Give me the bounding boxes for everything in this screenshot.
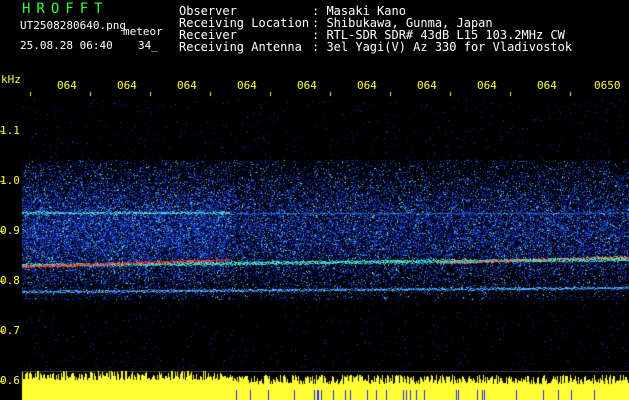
y-tick-label: 1.1 — [0, 124, 20, 137]
x-tick-label: 064 — [477, 79, 497, 92]
y-unit-label: kHz — [1, 73, 21, 86]
x-tick-label: 064 — [297, 79, 317, 92]
y-tick-label: 0.8 — [0, 274, 20, 287]
y-tick-label: 0.7 — [0, 324, 20, 337]
mode-label: meteor — [123, 25, 163, 38]
filename-label: UT2508280640.png — [20, 19, 126, 32]
x-tick-label: 064 — [57, 79, 77, 92]
y-tick-label: 1.0 — [0, 174, 20, 187]
y-tick-label: 0.9 — [0, 224, 20, 237]
spectrogram-canvas — [0, 0, 629, 400]
hrofft-window: HROFFT UT2508280640.png meteor 25.08.28 … — [0, 0, 629, 400]
x-tick-label: 064 — [357, 79, 377, 92]
x-tick-label: 064 — [117, 79, 137, 92]
app-title: HROFFT — [22, 1, 109, 17]
antenna-label: Receiving Antenna — [179, 40, 302, 54]
x-tick-label: 064 — [537, 79, 557, 92]
antenna-value: : 3el Yagi(V) Az 330 for Vladivostok — [312, 40, 573, 54]
date-time-label: 25.08.28 06:40 — [20, 39, 113, 52]
x-tick-label: 0650 — [594, 79, 621, 92]
x-tick-label: 064 — [417, 79, 437, 92]
y-tick-label: 0.6 — [0, 374, 20, 387]
counter-label: 34_ — [138, 39, 158, 52]
x-tick-label: 064 — [177, 79, 197, 92]
x-tick-label: 064 — [237, 79, 257, 92]
